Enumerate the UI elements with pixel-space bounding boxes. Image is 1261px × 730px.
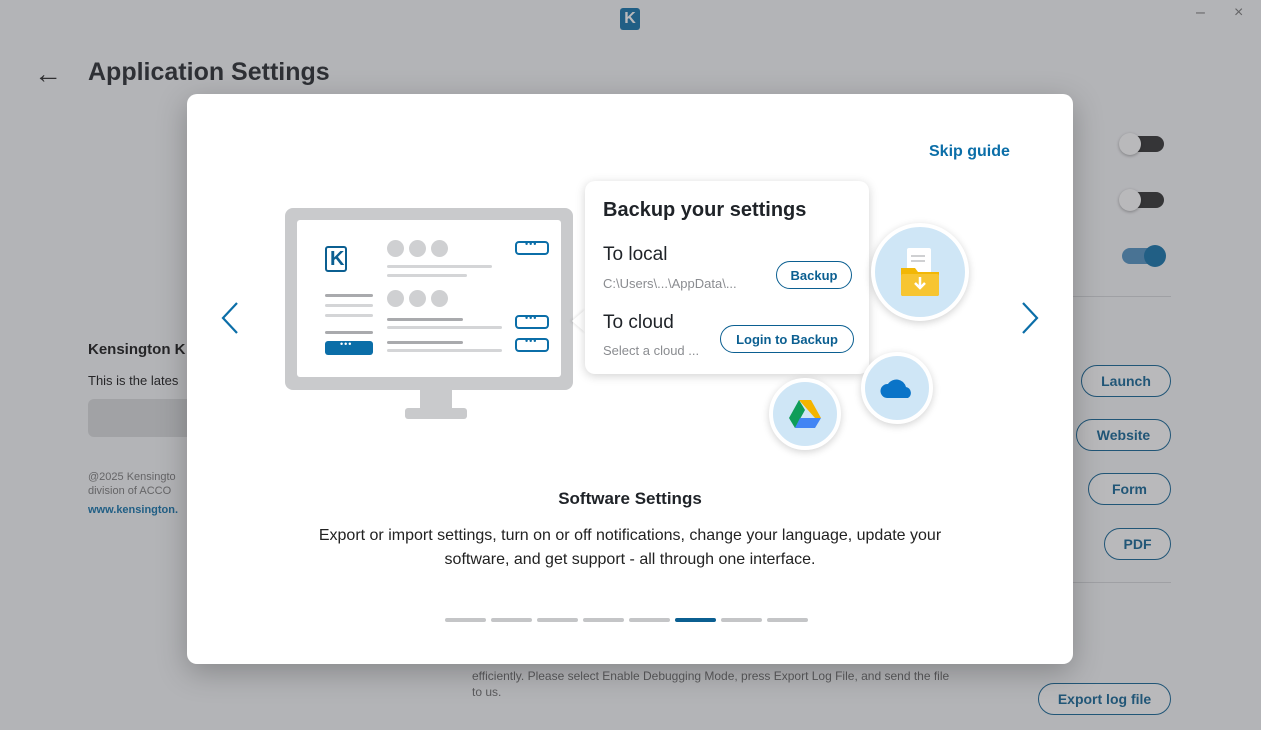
pager-segment[interactable] [445, 618, 486, 622]
kensington-logo-icon: K [325, 246, 347, 272]
login-to-backup-button: Login to Backup [720, 325, 854, 353]
skip-guide-link[interactable]: Skip guide [929, 143, 1010, 161]
placeholder-dot [409, 290, 426, 307]
monitor-screen: K [297, 220, 561, 377]
slide-title: Software Settings [558, 489, 702, 508]
pager-segment[interactable] [629, 618, 670, 622]
placeholder-line [325, 294, 373, 297]
cloud-label: To cloud [603, 312, 674, 333]
slide-description-line: software, and get support - all through … [444, 551, 816, 568]
placeholder-chip [515, 239, 549, 255]
placeholder-line [387, 265, 492, 268]
pager-segment[interactable] [721, 618, 762, 622]
onedrive-bubble [861, 352, 933, 424]
backup-button: Backup [776, 261, 852, 289]
pager-segment[interactable] [767, 618, 808, 622]
callout-pointer [572, 309, 586, 333]
pager-segment[interactable] [537, 618, 578, 622]
placeholder-active-item [325, 339, 373, 355]
placeholder-dot [387, 290, 404, 307]
slide-description: Export or import settings, turn on or of… [267, 524, 993, 572]
folder-download-icon [901, 248, 939, 296]
placeholder-dot [431, 240, 448, 257]
google-drive-bubble [769, 378, 841, 450]
google-drive-icon [789, 400, 821, 428]
placeholder-line [325, 304, 373, 307]
placeholder-line [387, 326, 502, 329]
next-slide-button[interactable] [1013, 300, 1043, 336]
placeholder-line [387, 349, 502, 352]
pager-segment[interactable] [491, 618, 532, 622]
local-label: To local [603, 244, 668, 265]
chevron-right-icon [1022, 302, 1039, 334]
placeholder-line [387, 318, 463, 321]
slide-description-line: Export or import settings, turn on or of… [318, 527, 942, 544]
placeholder-line [387, 274, 467, 277]
onedrive-icon [880, 379, 911, 398]
placeholder-dot [387, 240, 404, 257]
cloud-placeholder: Select a cloud ... [603, 343, 700, 358]
guide-modal: Skip guide K ••• ••• ••• ••• Backup your… [187, 94, 1073, 664]
local-folder-bubble [871, 223, 969, 321]
placeholder-line [325, 314, 373, 317]
pager-segment[interactable] [583, 618, 624, 622]
placeholder-dot [409, 240, 426, 257]
monitor-base [405, 408, 467, 419]
placeholder-chip [515, 313, 549, 329]
monitor-illustration: K [285, 208, 573, 390]
monitor-stand [420, 390, 452, 408]
chevron-left-icon [221, 302, 238, 334]
placeholder-dot [431, 290, 448, 307]
callout-title: Backup your settings [603, 199, 807, 221]
backup-callout: Backup your settings To local C:\Users\.… [585, 181, 869, 374]
pager-segment[interactable] [675, 618, 716, 622]
previous-slide-button[interactable] [217, 300, 247, 336]
placeholder-line [387, 341, 463, 344]
placeholder-line [325, 331, 373, 334]
local-path: C:\Users\...\AppData\... [603, 276, 737, 291]
slide-pager [445, 618, 808, 622]
placeholder-chip [515, 336, 549, 352]
